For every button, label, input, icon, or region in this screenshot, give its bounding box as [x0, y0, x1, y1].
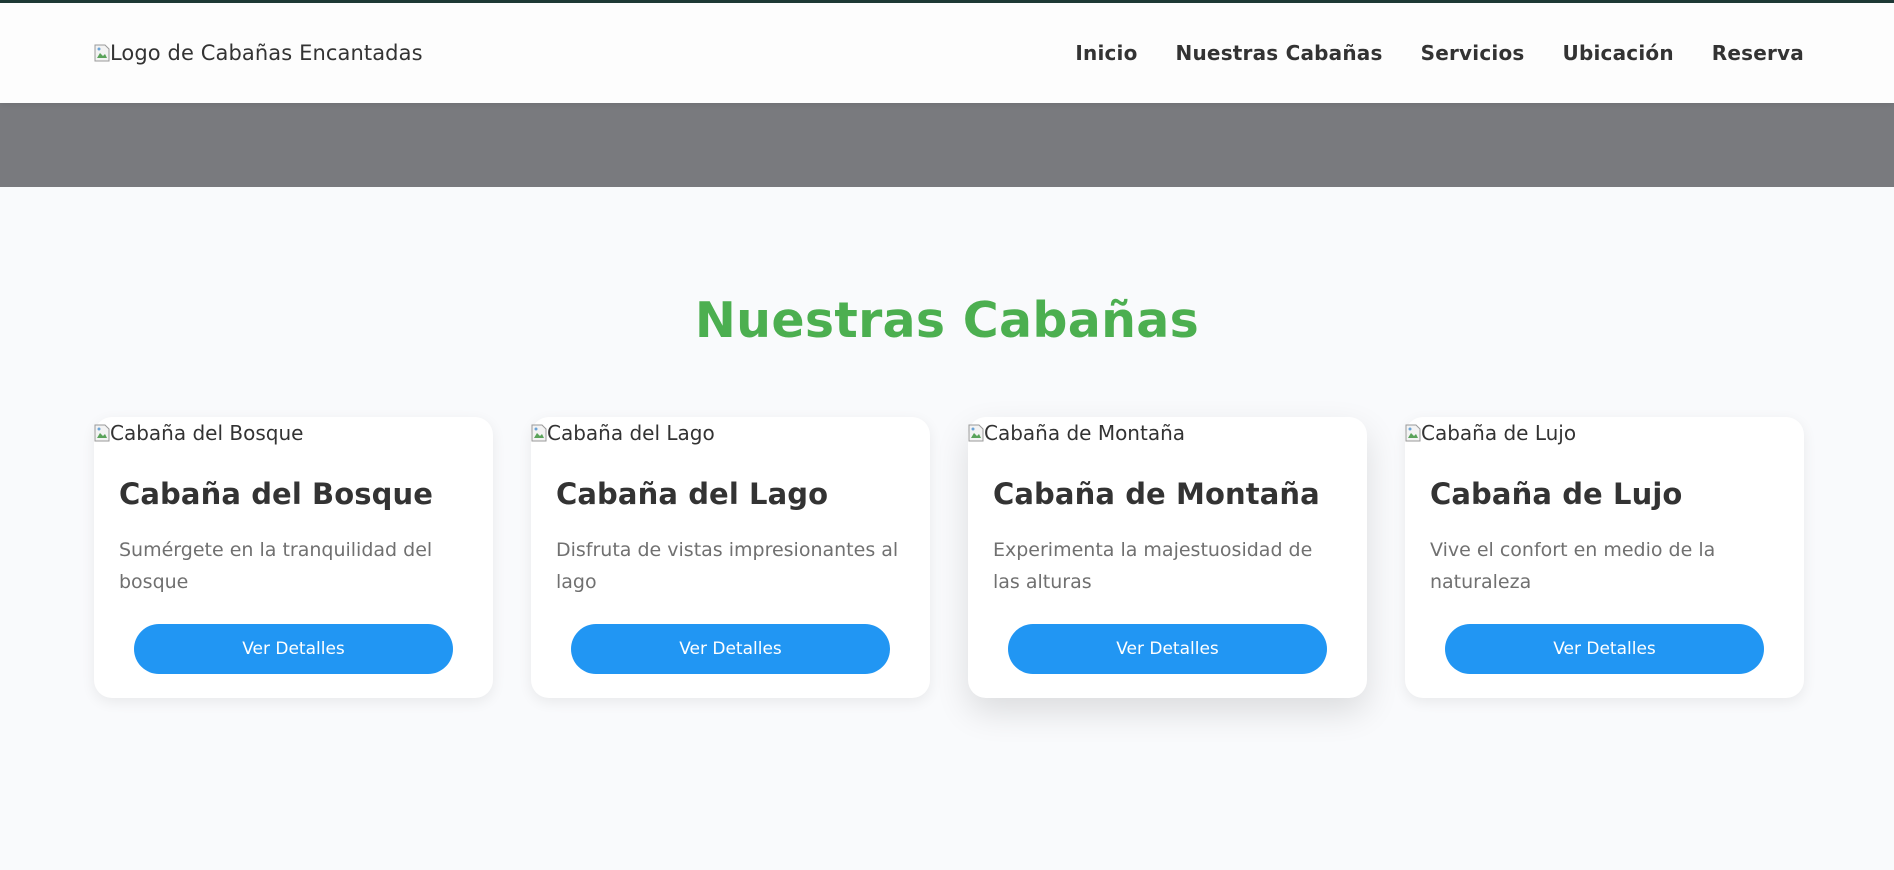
- broken-image-icon: [1405, 424, 1421, 442]
- card-image-alt: Cabaña de Montaña: [984, 421, 1186, 445]
- cabin-card-lujo: Cabaña de Lujo Cabaña de Lujo Vive el co…: [1405, 417, 1804, 698]
- hero-banner: [0, 103, 1894, 187]
- site-header: Logo de Cabañas Encantadas Inicio Nuestr…: [0, 3, 1894, 103]
- nav-link-ubicacion[interactable]: Ubicación: [1563, 41, 1674, 65]
- card-description: Sumérgete en la tranquilidad del bosque: [119, 539, 433, 593]
- card-image: Cabaña de Lujo: [1405, 417, 1576, 449]
- nav-link-reserva[interactable]: Reserva: [1712, 41, 1804, 65]
- card-title: Cabaña del Lago: [556, 477, 829, 511]
- card-title: Cabaña del Bosque: [119, 477, 434, 511]
- card-image: Cabaña del Bosque: [94, 417, 303, 449]
- main-nav: Inicio Nuestras Cabañas Servicios Ubicac…: [1075, 41, 1804, 65]
- cabin-card-montana: Cabaña de Montaña Cabaña de Montaña Expe…: [968, 417, 1367, 698]
- cabin-cards: Cabaña del Bosque Cabaña del Bosque Sumé…: [94, 417, 1804, 698]
- logo-alt-text: Logo de Cabañas Encantadas: [110, 41, 423, 65]
- nav-link-servicios[interactable]: Servicios: [1421, 41, 1525, 65]
- card-title: Cabaña de Montaña: [993, 477, 1320, 511]
- broken-image-icon: [968, 424, 984, 442]
- card-image: Cabaña del Lago: [531, 417, 715, 449]
- card-description: Experimenta la majestuosidad de las altu…: [993, 539, 1313, 593]
- card-image-alt: Cabaña de Lujo: [1421, 421, 1577, 445]
- card-image-alt: Cabaña del Bosque: [110, 421, 304, 445]
- ver-detalles-button[interactable]: Ver Detalles: [1445, 624, 1764, 674]
- broken-image-icon: [94, 44, 110, 62]
- nav-link-nuestras-cabanas[interactable]: Nuestras Cabañas: [1176, 41, 1383, 65]
- card-description: Disfruta de vistas impresionantes al lag…: [556, 539, 899, 593]
- ver-detalles-button[interactable]: Ver Detalles: [134, 624, 453, 674]
- ver-detalles-button[interactable]: Ver Detalles: [571, 624, 890, 674]
- cabin-card-bosque: Cabaña del Bosque Cabaña del Bosque Sumé…: [94, 417, 493, 698]
- cabin-card-lago: Cabaña del Lago Cabaña del Lago Disfruta…: [531, 417, 930, 698]
- card-image-alt: Cabaña del Lago: [547, 421, 715, 445]
- broken-image-icon: [531, 424, 547, 442]
- nav-link-inicio[interactable]: Inicio: [1075, 41, 1137, 65]
- logo-link[interactable]: Logo de Cabañas Encantadas: [94, 41, 423, 65]
- card-title: Cabaña de Lujo: [1430, 477, 1683, 511]
- card-image: Cabaña de Montaña: [968, 417, 1185, 449]
- card-description: Vive el confort en medio de la naturalez…: [1430, 539, 1716, 593]
- broken-image-icon: [94, 424, 110, 442]
- ver-detalles-button[interactable]: Ver Detalles: [1008, 624, 1327, 674]
- section-title: Nuestras Cabañas: [694, 292, 1200, 349]
